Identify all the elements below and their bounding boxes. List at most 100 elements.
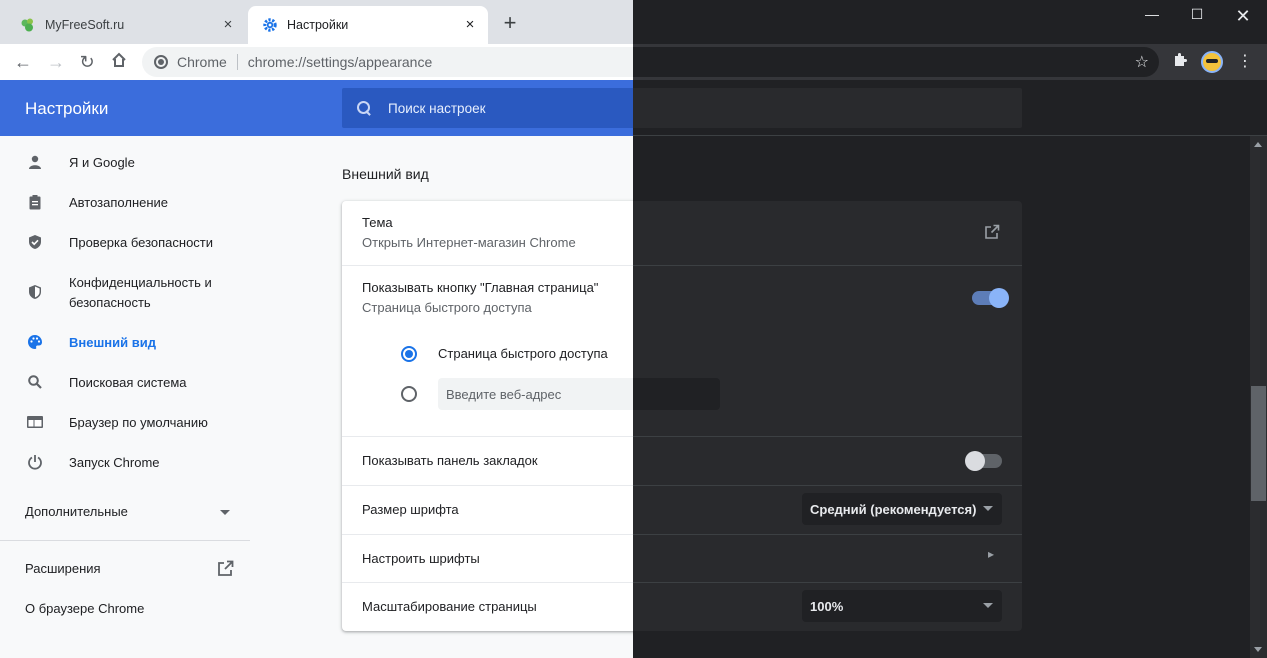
- sidebar-item-you-and-google[interactable]: Я и Google: [0, 153, 250, 173]
- forward-arrow-icon[interactable]: →: [45, 51, 67, 73]
- page-zoom-select[interactable]: 100%: [802, 590, 1002, 622]
- theme-sublabel[interactable]: Открыть Интернет-магазин Chrome: [362, 235, 576, 250]
- divider: [236, 54, 238, 70]
- font-size-label: Размер шрифта: [362, 502, 459, 517]
- power-icon: [26, 454, 44, 472]
- sidebar-item-label: Внешний вид: [69, 335, 156, 350]
- custom-url-input[interactable]: [633, 378, 720, 410]
- settings-search-box[interactable]: [633, 88, 1022, 128]
- sidebar-item-on-startup[interactable]: Запуск Chrome: [0, 453, 250, 473]
- settings-header: Настройки: [0, 80, 633, 136]
- search-icon: [356, 100, 372, 116]
- row-divider: [342, 265, 633, 266]
- theme-label: Тема: [362, 215, 393, 230]
- row-divider: [342, 485, 633, 486]
- sidebar-divider: [0, 540, 250, 541]
- sidebar-about-chrome[interactable]: О браузере Chrome: [25, 601, 144, 616]
- external-link-icon[interactable]: [217, 560, 234, 577]
- appearance-card: Средний (рекомендуется) ▸ 100%: [633, 201, 1022, 631]
- address-bar[interactable]: Chrome chrome://settings/appearance: [142, 47, 633, 77]
- gear-icon: [263, 18, 277, 32]
- row-divider: [633, 436, 1022, 437]
- radio-new-tab-page[interactable]: [401, 346, 417, 362]
- reload-icon[interactable]: ↻: [76, 51, 98, 73]
- sidebar-advanced[interactable]: Дополнительные: [25, 504, 128, 519]
- chevron-down-icon[interactable]: [220, 510, 230, 515]
- bookmark-star-icon[interactable]: ☆: [1135, 52, 1149, 72]
- sidebar-item-search-engine[interactable]: Поисковая система: [0, 373, 250, 393]
- bookmarks-bar-label: Показывать панель закладок: [362, 453, 538, 468]
- page-zoom-value: 100%: [810, 598, 844, 614]
- sidebar-item-label: Браузер по умолчанию: [69, 415, 208, 430]
- scrollbar-thumb[interactable]: [1251, 386, 1266, 501]
- sidebar-extensions[interactable]: Расширения: [25, 561, 101, 576]
- sidebar-item-label: Конфиденциальность и безопасность: [69, 275, 212, 310]
- scroll-down-icon[interactable]: [1254, 647, 1262, 652]
- chevron-right-icon[interactable]: ▸: [988, 547, 994, 561]
- sidebar-item-label: Автозаполнение: [69, 195, 169, 210]
- search-input[interactable]: [388, 100, 633, 116]
- extensions-puzzle-icon[interactable]: [1170, 52, 1190, 72]
- clipboard-icon: [26, 194, 44, 212]
- tab-myfreesoft[interactable]: MyFreeSoft.ru ×: [6, 6, 246, 44]
- minimize-icon[interactable]: —: [1137, 6, 1167, 26]
- settings-header: [633, 80, 1267, 136]
- sidebar-item-label: Поисковая система: [69, 375, 187, 390]
- scroll-up-icon[interactable]: [1254, 142, 1262, 147]
- font-size-value: Средний (рекомендуется): [810, 501, 977, 517]
- close-window-icon[interactable]: ✕: [1228, 6, 1258, 26]
- sidebar-item-appearance[interactable]: Внешний вид: [0, 333, 250, 353]
- external-link-icon[interactable]: [984, 224, 1000, 240]
- site-name: Chrome: [177, 54, 227, 70]
- row-divider: [633, 582, 1022, 583]
- home-icon[interactable]: [108, 51, 130, 73]
- profile-avatar[interactable]: [1201, 51, 1223, 73]
- row-divider: [633, 265, 1022, 266]
- row-divider: [633, 534, 1022, 535]
- customize-fonts-label[interactable]: Настроить шрифты: [362, 551, 480, 566]
- chrome-page-icon: [154, 55, 168, 69]
- chevron-down-icon: [983, 506, 993, 511]
- sidebar-item-autofill[interactable]: Автозаполнение: [0, 193, 250, 213]
- tab-title: Настройки: [287, 18, 349, 32]
- myfreesoft-favicon-icon: [21, 18, 33, 32]
- row-divider: [342, 436, 633, 437]
- row-divider: [342, 534, 633, 535]
- settings-search-box[interactable]: [342, 88, 633, 128]
- page-scrollbar[interactable]: [1250, 136, 1267, 658]
- back-arrow-icon[interactable]: ←: [12, 51, 34, 73]
- sidebar-item-default-browser[interactable]: Браузер по умолчанию: [0, 413, 250, 433]
- palette-icon: [26, 334, 44, 352]
- close-tab-icon[interactable]: ×: [220, 17, 236, 33]
- search-icon: [26, 374, 44, 392]
- sidebar-item-label: Я и Google: [69, 155, 135, 170]
- maximize-icon[interactable]: ☐: [1182, 6, 1212, 26]
- radio-custom-url[interactable]: [401, 386, 417, 402]
- tab-settings[interactable]: Настройки ×: [248, 6, 488, 44]
- url-text: chrome://settings/appearance: [247, 54, 433, 70]
- close-tab-icon[interactable]: ×: [462, 17, 478, 33]
- row-divider: [633, 485, 1022, 486]
- dark-theme-half: — ☐ ✕ ☆ ⋮ Средний (рекомендуется) ▸ 100%: [633, 0, 1267, 658]
- person-icon: [26, 154, 44, 172]
- section-title: Внешний вид: [342, 166, 429, 182]
- sidebar-item-safety-check[interactable]: Проверка безопасности: [0, 233, 250, 253]
- shield-half-icon: [26, 284, 44, 302]
- tab-strip: — ☐ ✕: [633, 0, 1267, 44]
- shield-check-icon: [26, 234, 44, 252]
- sidebar-item-label: Проверка безопасности: [69, 235, 214, 250]
- menu-kebab-icon[interactable]: ⋮: [1235, 52, 1255, 72]
- browser-window-icon: [26, 414, 44, 432]
- home-button-toggle[interactable]: [972, 288, 1009, 308]
- radio-new-tab-page-label: Страница быстрого доступа: [438, 346, 608, 361]
- tab-strip: MyFreeSoft.ru × Настройки × +: [0, 0, 633, 44]
- toolbar: ← → ↻ Chrome chrome://settings/appearanc…: [0, 44, 633, 80]
- toolbar: ☆ ⋮: [633, 44, 1267, 80]
- new-tab-icon[interactable]: +: [500, 12, 520, 34]
- address-bar[interactable]: ☆: [633, 47, 1159, 77]
- sidebar-item-privacy[interactable]: Конфиденциальность и безопасность: [0, 273, 250, 313]
- custom-url-input[interactable]: [438, 378, 633, 410]
- font-size-select[interactable]: Средний (рекомендуется): [802, 493, 1002, 525]
- bookmarks-bar-toggle[interactable]: [965, 451, 1002, 471]
- page-title: Настройки: [25, 99, 109, 118]
